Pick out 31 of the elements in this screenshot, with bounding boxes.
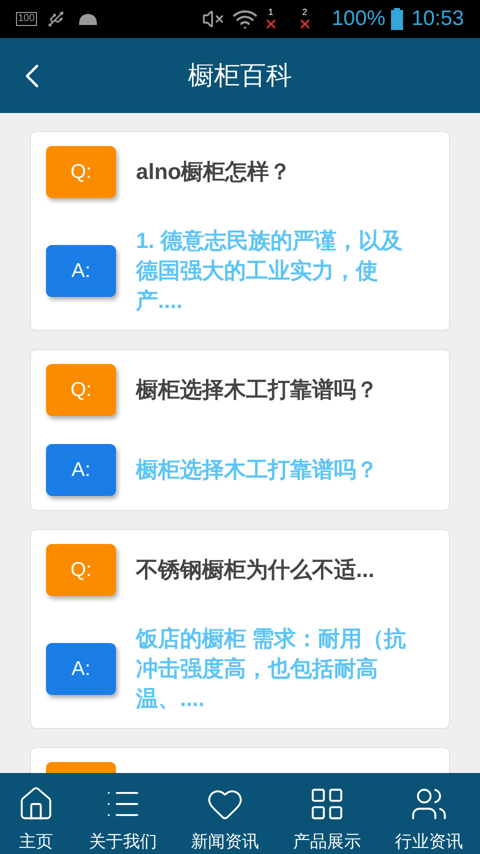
- battery-level-text: 100: [16, 12, 37, 26]
- answer-text: 1. 德意志民族的严谨，以及德国强大的工业实力，使产....: [136, 227, 404, 315]
- qa-card[interactable]: Q: 橱柜选择木工打靠谱吗？ A: 橱柜选择木工打靠谱吗？: [30, 349, 450, 511]
- nav-tab[interactable]: 新闻资讯: [191, 785, 259, 853]
- nav-tab[interactable]: 行业资讯: [395, 785, 463, 853]
- no-signal-icon: [264, 17, 278, 31]
- no-signal-icon: [298, 17, 312, 31]
- answer-badge: A:: [46, 444, 116, 496]
- usb-icon: [46, 10, 65, 28]
- clock: 10:53: [411, 6, 464, 32]
- answer-text: 饭店的橱柜 需求：耐用（抗冲击强度高，也包括耐高温、....: [136, 625, 408, 713]
- question-text: 橱柜选择木工打靠谱吗？: [136, 376, 378, 404]
- sim-number: 2: [302, 7, 308, 17]
- qa-card[interactable]: Q: 不锈钢橱柜为什么不适... A: 饭店的橱柜 需求：耐用（抗冲击强度高，也包括耐高温、....: [30, 529, 450, 729]
- question-badge: Q:: [46, 146, 116, 198]
- answer-badge: A:: [46, 245, 116, 297]
- battery-percent: 100%: [332, 6, 386, 32]
- nav-tab[interactable]: 关于我们: [89, 785, 157, 853]
- answer-badge: A:: [46, 643, 116, 695]
- page-title: 橱柜百科: [188, 59, 292, 92]
- question-badge: Q:: [46, 544, 116, 596]
- sim-number: 1: [268, 7, 274, 17]
- qa-card[interactable]: Q: alno橱柜怎样？ A: 1. 德意志民族的严谨，以及德国强大的工业实力，使产....: [30, 131, 450, 331]
- nav-tab[interactable]: 主页: [17, 785, 55, 853]
- answer-text: 橱柜选择木工打靠谱吗？: [136, 456, 379, 484]
- nav-tab[interactable]: 产品展示: [293, 785, 361, 853]
- question-badge: Q:: [46, 364, 116, 416]
- question-text: 不锈钢橱柜为什么不适...: [136, 556, 374, 584]
- mute-icon: [202, 8, 224, 30]
- battery-icon: [391, 8, 404, 30]
- question-text: alno橱柜怎样？: [136, 158, 292, 186]
